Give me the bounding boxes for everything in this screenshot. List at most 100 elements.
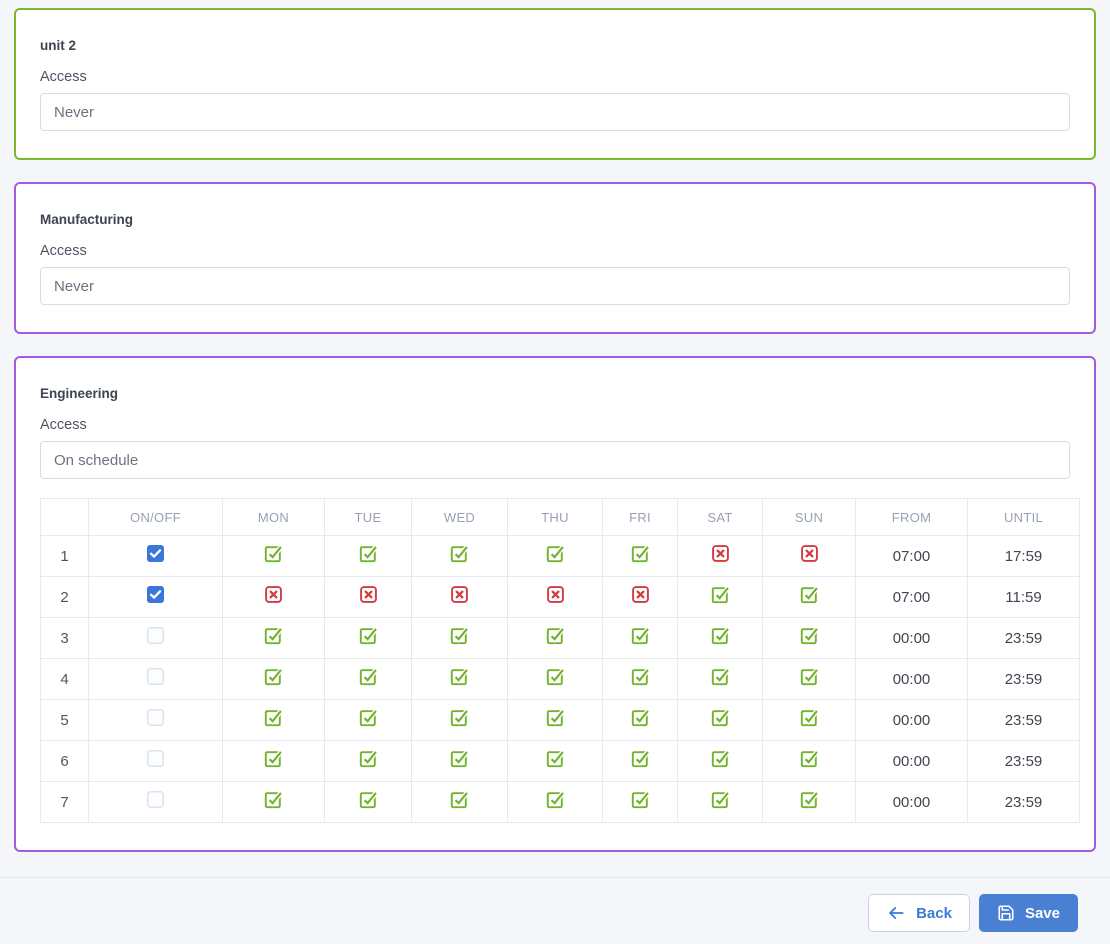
check-square-icon — [710, 789, 731, 810]
until-time[interactable]: 23:59 — [967, 617, 1080, 659]
access-select[interactable]: Never — [40, 93, 1070, 131]
day-toggle-mon[interactable] — [222, 617, 325, 659]
day-toggle-mon[interactable] — [222, 781, 325, 823]
day-toggle-wed[interactable] — [411, 781, 508, 823]
day-toggle-mon[interactable] — [222, 740, 325, 782]
onoff-checkbox[interactable] — [88, 781, 223, 823]
day-toggle-sun[interactable] — [762, 781, 856, 823]
x-square-icon — [631, 585, 650, 604]
day-toggle-wed[interactable] — [411, 617, 508, 659]
day-toggle-thu[interactable] — [507, 658, 603, 700]
from-time[interactable]: 00:00 — [855, 699, 968, 741]
until-time[interactable]: 23:59 — [967, 781, 1080, 823]
card-manufacturing: Manufacturing Access Never — [14, 182, 1096, 334]
day-toggle-fri[interactable] — [602, 781, 678, 823]
day-toggle-tue[interactable] — [324, 740, 412, 782]
day-toggle-wed[interactable] — [411, 658, 508, 700]
day-toggle-sun[interactable] — [762, 740, 856, 782]
access-label: Access — [40, 417, 87, 433]
day-toggle-fri[interactable] — [602, 740, 678, 782]
onoff-checkbox[interactable] — [88, 658, 223, 700]
schedule-row: 5 00:00 23:59 — [40, 699, 1080, 741]
check-square-icon — [799, 584, 820, 605]
column-header-tue: TUE — [324, 498, 412, 536]
until-time[interactable]: 23:59 — [967, 699, 1080, 741]
day-toggle-sun[interactable] — [762, 658, 856, 700]
until-time[interactable]: 23:59 — [967, 740, 1080, 782]
day-toggle-fri[interactable] — [602, 617, 678, 659]
day-toggle-thu[interactable] — [507, 781, 603, 823]
day-toggle-sun[interactable] — [762, 576, 856, 618]
until-time[interactable]: 11:59 — [967, 576, 1080, 618]
day-toggle-sat[interactable] — [677, 658, 763, 700]
from-time[interactable]: 00:00 — [855, 740, 968, 782]
access-select[interactable]: On schedule — [40, 441, 1070, 479]
day-toggle-thu[interactable] — [507, 617, 603, 659]
from-time[interactable]: 00:00 — [855, 781, 968, 823]
check-square-icon — [358, 666, 379, 687]
from-time[interactable]: 00:00 — [855, 658, 968, 700]
check-square-icon — [449, 625, 470, 646]
day-toggle-tue[interactable] — [324, 576, 412, 618]
check-square-icon — [263, 625, 284, 646]
onoff-checkbox[interactable] — [88, 740, 223, 782]
day-toggle-wed[interactable] — [411, 535, 508, 577]
day-toggle-thu[interactable] — [507, 740, 603, 782]
arrow-left-icon — [886, 903, 906, 923]
check-square-icon — [545, 625, 566, 646]
day-toggle-tue[interactable] — [324, 535, 412, 577]
day-toggle-fri[interactable] — [602, 576, 678, 618]
schedule-row: 4 00:00 23:59 — [40, 658, 1080, 700]
onoff-checkbox[interactable] — [88, 617, 223, 659]
day-toggle-tue[interactable] — [324, 781, 412, 823]
onoff-checkbox[interactable] — [88, 699, 223, 741]
check-square-icon — [545, 707, 566, 728]
onoff-checkbox[interactable] — [88, 535, 223, 577]
day-toggle-tue[interactable] — [324, 658, 412, 700]
day-toggle-tue[interactable] — [324, 617, 412, 659]
from-time[interactable]: 07:00 — [855, 535, 968, 577]
day-toggle-mon[interactable] — [222, 658, 325, 700]
day-toggle-wed[interactable] — [411, 699, 508, 741]
from-time[interactable]: 07:00 — [855, 576, 968, 618]
check-square-icon — [545, 789, 566, 810]
day-toggle-sat[interactable] — [677, 576, 763, 618]
checkbox-checked-icon — [147, 586, 164, 603]
check-square-icon — [358, 625, 379, 646]
x-square-icon — [359, 585, 378, 604]
column-header-empty — [40, 498, 89, 536]
save-button[interactable]: Save — [978, 894, 1078, 932]
day-toggle-mon[interactable] — [222, 535, 325, 577]
day-toggle-sun[interactable] — [762, 699, 856, 741]
check-square-icon — [799, 625, 820, 646]
day-toggle-fri[interactable] — [602, 658, 678, 700]
access-select-value: Never — [54, 277, 95, 295]
day-toggle-sat[interactable] — [677, 781, 763, 823]
day-toggle-sat[interactable] — [677, 740, 763, 782]
day-toggle-wed[interactable] — [411, 740, 508, 782]
until-time[interactable]: 17:59 — [967, 535, 1080, 577]
until-time[interactable]: 23:59 — [967, 658, 1080, 700]
day-toggle-sat[interactable] — [677, 617, 763, 659]
back-button[interactable]: Back — [868, 894, 970, 932]
day-toggle-thu[interactable] — [507, 699, 603, 741]
day-toggle-wed[interactable] — [411, 576, 508, 618]
check-square-icon — [630, 748, 651, 769]
from-time[interactable]: 00:00 — [855, 617, 968, 659]
day-toggle-thu[interactable] — [507, 576, 603, 618]
day-toggle-fri[interactable] — [602, 699, 678, 741]
day-toggle-sat[interactable] — [677, 699, 763, 741]
day-toggle-tue[interactable] — [324, 699, 412, 741]
day-toggle-fri[interactable] — [602, 535, 678, 577]
day-toggle-sun[interactable] — [762, 617, 856, 659]
day-toggle-sat[interactable] — [677, 535, 763, 577]
day-toggle-mon[interactable] — [222, 576, 325, 618]
row-number: 5 — [40, 699, 89, 741]
day-toggle-thu[interactable] — [507, 535, 603, 577]
day-toggle-sun[interactable] — [762, 535, 856, 577]
onoff-checkbox[interactable] — [88, 576, 223, 618]
access-select[interactable]: Never — [40, 267, 1070, 305]
check-square-icon — [710, 625, 731, 646]
day-toggle-mon[interactable] — [222, 699, 325, 741]
x-square-icon — [711, 544, 730, 563]
